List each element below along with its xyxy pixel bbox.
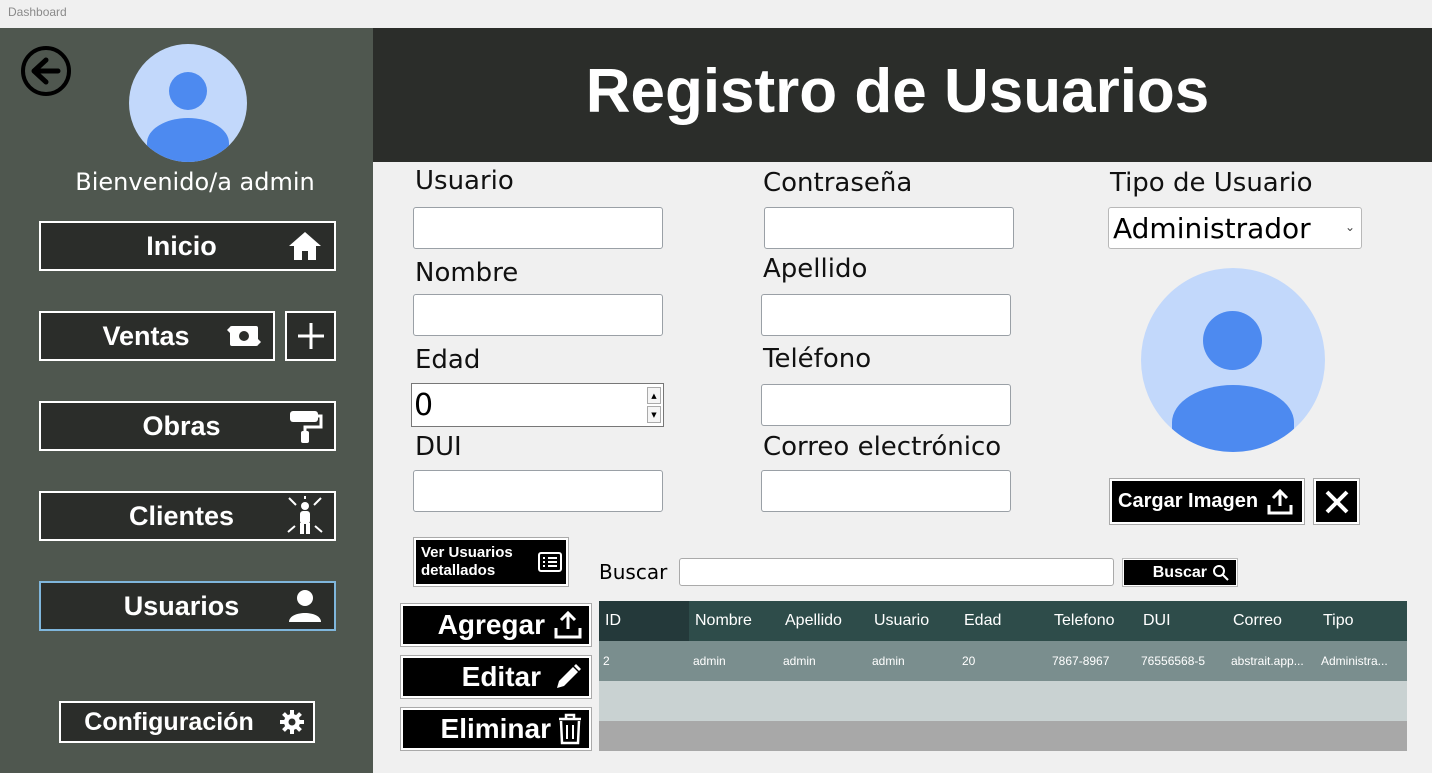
col-header-usuario[interactable]: Usuario [868, 601, 958, 641]
ver-usuarios-line2: detallados [421, 562, 496, 579]
table-cell[interactable]: 20 [958, 641, 1048, 681]
agregar-button[interactable]: Agregar [401, 604, 591, 646]
page-title: Registro de Usuarios [585, 57, 1210, 126]
home-icon [282, 226, 328, 266]
table-header-row: ID Nombre Apellido Usuario Edad Telefono… [599, 601, 1407, 641]
editar-label: Editar [461, 661, 541, 692]
usuario-label: Usuario [415, 166, 514, 196]
plus-icon [297, 323, 324, 349]
contrasena-input[interactable] [764, 207, 1014, 249]
spin-up-icon[interactable]: ▲ [647, 387, 661, 404]
nav-clientes-label: Clientes [128, 500, 235, 531]
tipo-usuario-value: Administrador [1113, 211, 1311, 245]
col-header-nombre[interactable]: Nombre [689, 601, 779, 641]
nav-usuarios-label: Usuarios [123, 590, 240, 621]
col-header-correo[interactable]: Correo [1227, 601, 1317, 641]
buscar-label: Buscar [599, 560, 668, 584]
apellido-label: Apellido [763, 254, 868, 284]
agregar-label: Agregar [437, 609, 545, 640]
add-venta-button[interactable] [285, 311, 336, 361]
apellido-input[interactable] [761, 294, 1011, 336]
editar-button[interactable]: Editar [401, 656, 591, 698]
sidebar-avatar [129, 44, 247, 162]
nav-configuracion-button[interactable]: Configuración [59, 701, 315, 743]
nav-inicio-label: Inicio [146, 230, 217, 261]
paint-roller-icon [282, 406, 328, 446]
user-icon [282, 586, 328, 626]
list-icon [538, 552, 562, 572]
table-cell[interactable]: Administra... [1317, 641, 1407, 681]
upload-icon [554, 610, 582, 639]
spin-down-icon[interactable]: ▼ [647, 406, 661, 423]
tipo-usuario-label: Tipo de Usuario [1110, 168, 1313, 198]
window-title: Dashboard [8, 5, 67, 19]
nav-ventas-button[interactable]: Ventas [39, 311, 275, 361]
col-header-telefono[interactable]: Telefono [1048, 601, 1137, 641]
telefono-input[interactable] [761, 384, 1011, 426]
search-icon [1213, 564, 1229, 581]
profile-image-avatar [1141, 268, 1325, 452]
usuarios-table[interactable]: ID Nombre Apellido Usuario Edad Telefono… [599, 601, 1407, 681]
nav-configuracion-label: Configuración [84, 707, 254, 736]
contrasena-label: Contraseña [763, 168, 913, 198]
correo-label: Correo electrónico [763, 432, 1002, 462]
welcome-text: Bienvenido/a admin [75, 168, 315, 196]
ver-usuarios-line1: Ver Usuarios [421, 544, 513, 561]
usuario-input[interactable] [413, 207, 663, 249]
table-cell[interactable]: admin [689, 641, 779, 681]
table-cell[interactable]: 76556568-5 [1137, 641, 1227, 681]
money-exchange-icon [221, 316, 267, 356]
nav-inicio-button[interactable]: Inicio [39, 221, 336, 271]
page-header: Registro de Usuarios [373, 28, 1432, 162]
upload-icon [1267, 488, 1293, 514]
table-cell[interactable]: 7867-8967 [1048, 641, 1137, 681]
table-row[interactable]: 2 admin admin admin 20 7867-8967 7655656… [599, 641, 1407, 681]
cargar-imagen-label: Cargar Imagen [1118, 490, 1259, 512]
edad-value: 0 [414, 387, 434, 423]
nav-obras-label: Obras [142, 410, 221, 441]
nombre-label: Nombre [415, 258, 519, 288]
chevron-down-icon: ⌄ [1344, 220, 1355, 234]
dui-input[interactable] [413, 470, 663, 512]
back-arrow-icon[interactable] [20, 45, 72, 97]
search-input[interactable] [679, 558, 1114, 586]
clear-image-button[interactable] [1314, 479, 1359, 524]
table-cell[interactable]: 2 [599, 641, 689, 681]
nav-obras-button[interactable]: Obras [39, 401, 336, 451]
close-icon [1325, 490, 1348, 513]
dui-label: DUI [415, 432, 462, 462]
table-empty-area [599, 721, 1407, 751]
correo-input[interactable] [761, 470, 1011, 512]
eliminar-button[interactable]: Eliminar [401, 708, 591, 750]
buscar-button-label: Buscar [1152, 563, 1207, 581]
table-empty-row [599, 681, 1407, 721]
table-cell[interactable]: admin [779, 641, 868, 681]
nav-clientes-button[interactable]: Clientes [39, 491, 336, 541]
table-cell[interactable]: admin [868, 641, 958, 681]
col-header-dui[interactable]: DUI [1137, 601, 1227, 641]
col-header-apellido[interactable]: Apellido [779, 601, 868, 641]
pencil-icon [557, 664, 581, 688]
col-header-id[interactable]: ID [599, 601, 689, 641]
cargar-imagen-button[interactable]: Cargar Imagen [1110, 479, 1304, 524]
eliminar-label: Eliminar [440, 713, 551, 744]
nav-usuarios-button[interactable]: Usuarios [39, 581, 336, 631]
spin-arrows[interactable]: ▲ ▼ [647, 386, 661, 424]
nombre-input[interactable] [413, 294, 663, 336]
edad-spinbox[interactable]: 0 ▲ ▼ [411, 383, 664, 427]
col-header-tipo[interactable]: Tipo [1317, 601, 1407, 641]
table-cell[interactable]: abstrait.app... [1227, 641, 1317, 681]
ver-usuarios-detallados-button[interactable]: Ver Usuarios detallados [414, 538, 568, 586]
buscar-button[interactable]: Buscar [1122, 558, 1238, 587]
tipo-usuario-select[interactable]: Administrador ⌄ [1108, 207, 1362, 249]
col-header-edad[interactable]: Edad [958, 601, 1048, 641]
gear-icon [277, 702, 307, 742]
trash-icon [559, 713, 581, 745]
person-highlight-icon [282, 496, 328, 536]
telefono-label: Teléfono [763, 344, 872, 374]
window-titlebar: Dashboard [0, 0, 1432, 28]
edad-label: Edad [415, 345, 481, 375]
nav-ventas-label: Ventas [102, 320, 190, 351]
